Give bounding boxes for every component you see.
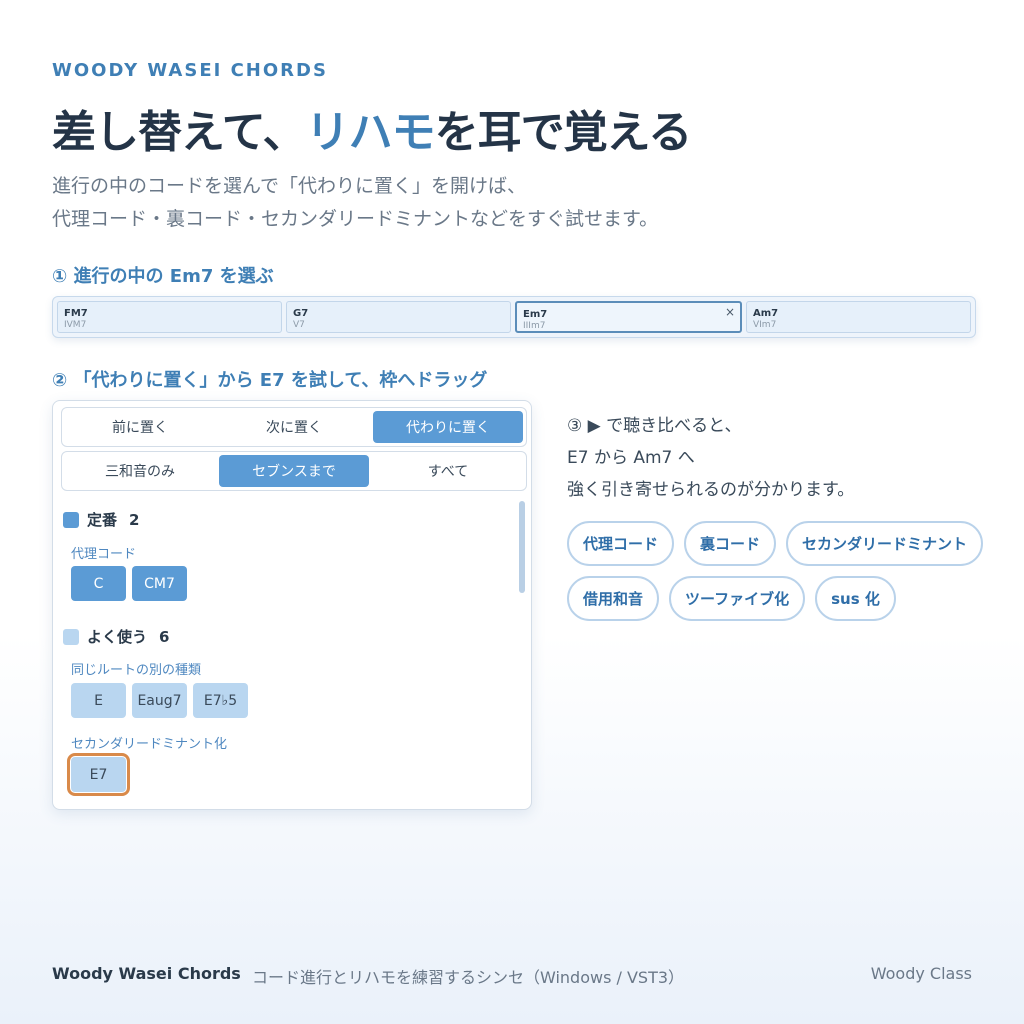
panel-scrollbar[interactable] [519, 501, 525, 593]
tab-triads-only[interactable]: 三和音のみ [65, 455, 215, 487]
section-label: 定番 [87, 511, 118, 529]
compare-line-3: 強く引き寄せられるのが分かります。 [567, 480, 855, 500]
chips-same-root: E Eaug7 E7♭5 [71, 683, 248, 718]
headline-accent: リハモ [305, 107, 436, 158]
compare-line-2: E7 から Am7 へ [567, 448, 695, 468]
footer-description: コード進行とリハモを練習するシンセ（Windows / VST3） [252, 968, 685, 987]
chord-chip-e7[interactable]: E7 [67, 753, 130, 796]
slot-degree: V7 [293, 320, 305, 330]
brand-label: WOODY WASEI CHORDS [52, 60, 328, 81]
progression-slot-em7[interactable]: Em7 IIIm7 × [515, 301, 742, 333]
slot-degree: IIIm7 [523, 321, 546, 331]
section-standard: 定番 2 [63, 509, 139, 530]
close-icon[interactable]: × [725, 305, 735, 319]
progression-slot-am7[interactable]: Am7 VIm7 [746, 301, 971, 333]
chord-chip-eaug7[interactable]: Eaug7 [132, 683, 187, 718]
chips-substitute: C CM7 [71, 566, 187, 601]
tag-borrowed-chord[interactable]: 借用和音 [567, 576, 660, 621]
square-icon [63, 511, 79, 528]
chord-progression: FM7 IVM7 G7 V7 Em7 IIIm7 × Am7 VIm7 [52, 296, 976, 338]
headline-part-2: を耳で覚える [434, 107, 693, 158]
section-label: よく使う [87, 628, 148, 646]
section-common: よく使う 6 [63, 626, 169, 647]
group-label-substitute: 代理コード [71, 547, 137, 562]
lead-line-1: 進行の中のコードを選んで「代わりに置く」を開けば、 [52, 175, 527, 197]
placement-tabs: 前に置く 次に置く 代わりに置く [61, 407, 527, 447]
tab-all[interactable]: すべて [373, 455, 523, 487]
slot-chord-name: G7 [293, 308, 309, 319]
page-headline: 差し替えて、リハモを耳で覚える [52, 96, 693, 160]
group-label-same-root: 同じルートの別の種類 [71, 663, 202, 678]
slot-degree: IVM7 [64, 320, 87, 330]
tab-place-after[interactable]: 次に置く [219, 411, 369, 443]
tag-two-five[interactable]: ツーファイブ化 [669, 576, 806, 621]
section-count: 2 [129, 510, 140, 529]
tab-replace[interactable]: 代わりに置く [373, 411, 523, 443]
chord-chip-e[interactable]: E [71, 683, 126, 718]
tab-up-to-sevenths[interactable]: セブンスまで [219, 455, 369, 487]
section-count: 6 [159, 627, 170, 646]
compare-line-1: ③ ▶ で聴き比べると、 [567, 416, 742, 436]
footer-brand: Woody Wasei Chords [52, 964, 241, 983]
chord-chip-cm7[interactable]: CM7 [132, 566, 187, 601]
tag-substitute-chord[interactable]: 代理コード [567, 521, 675, 566]
chord-range-tabs: 三和音のみ セブンスまで すべて [61, 451, 527, 491]
progression-slot-g7[interactable]: G7 V7 [286, 301, 511, 333]
group-label-secondary-dominant: セカンダリードミナント化 [71, 737, 228, 752]
slot-degree: VIm7 [753, 320, 777, 330]
tag-tritone-sub[interactable]: 裏コード [684, 521, 777, 566]
step-1-label: ① 進行の中の Em7 を選ぶ [52, 266, 274, 287]
step-2-label: ② 「代わりに置く」から E7 を試して、枠へドラッグ [52, 370, 488, 391]
chips-secondary-dominant: E7 [67, 753, 130, 796]
tab-place-before[interactable]: 前に置く [65, 411, 215, 443]
slot-chord-name: Am7 [753, 308, 779, 319]
slot-chord-name: Em7 [523, 309, 548, 320]
technique-tags: 代理コード 裏コード セカンダリードミナント 借用和音 ツーファイブ化 sus … [567, 521, 987, 621]
tag-sus[interactable]: sus 化 [815, 576, 896, 621]
chord-chip-c[interactable]: C [71, 566, 126, 601]
progression-slot-fm7[interactable]: FM7 IVM7 [57, 301, 282, 333]
slot-chord-name: FM7 [64, 308, 88, 319]
tag-secondary-dominant[interactable]: セカンダリードミナント [786, 521, 984, 566]
chord-suggestion-panel: 前に置く 次に置く 代わりに置く 三和音のみ セブンスまで すべて 定番 2 代… [52, 400, 532, 810]
headline-part-1: 差し替えて、 [52, 107, 307, 158]
chord-chip-e7b5[interactable]: E7♭5 [193, 683, 248, 718]
lead-text: 進行の中のコードを選んで「代わりに置く」を開けば、 代理コード・裏コード・セカン… [52, 170, 658, 236]
compare-text: ③ ▶ で聴き比べると、 E7 から Am7 へ 強く引き寄せられるのが分かりま… [567, 410, 854, 506]
footer-credit: Woody Class [870, 964, 972, 983]
lead-line-2: 代理コード・裏コード・セカンダリードミナントなどをすぐ試せます。 [52, 208, 659, 230]
square-icon [63, 628, 79, 645]
